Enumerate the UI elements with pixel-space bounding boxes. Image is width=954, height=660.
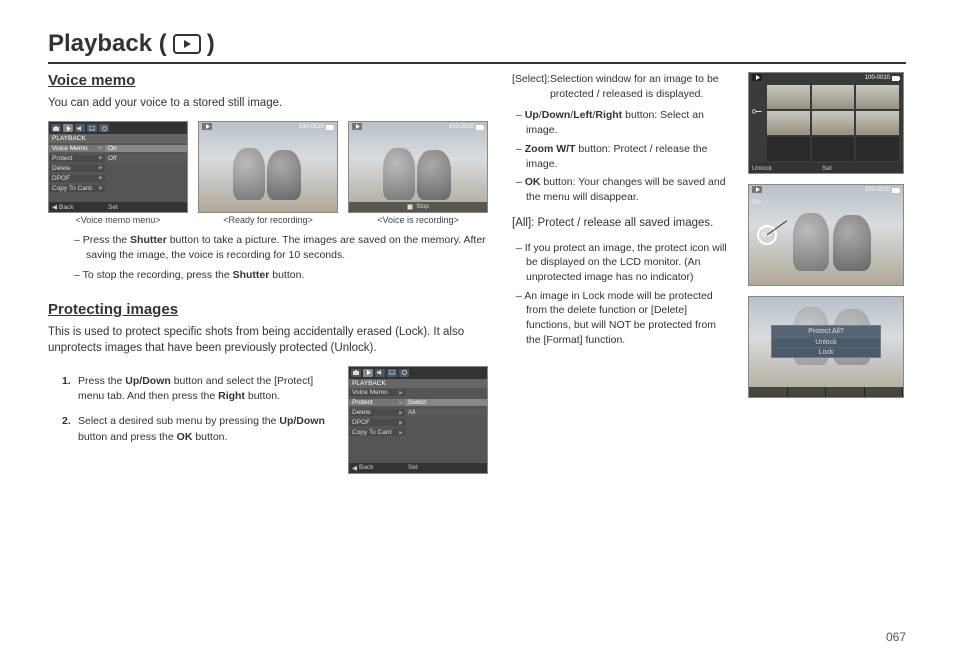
dialog-lock: Lock (772, 347, 880, 357)
protected-image-screen: 100-0010 (748, 184, 904, 286)
menu-label: Voice Memo (52, 145, 88, 152)
lock-bullet: An image in Lock mode will be protected … (516, 289, 732, 348)
battery-icon (326, 125, 334, 130)
counter: 100-0010 (865, 75, 890, 81)
key-icon (752, 109, 762, 116)
playback-icon (752, 74, 762, 81)
ready-recording-screen: 100-0010 (198, 121, 338, 213)
menu-value: On (105, 145, 187, 152)
menu-label: Delete (352, 409, 371, 416)
recording-screen: 100-0010 Stop (348, 121, 488, 213)
bullet: To stop the recording, press the Shutter… (74, 268, 488, 283)
recording-bottom-bar: Stop (349, 202, 487, 212)
caption-ready: <Ready for recording> (223, 215, 313, 225)
menu-label: Protect (352, 399, 373, 406)
menu-value: Select (405, 399, 487, 406)
battery-icon (892, 76, 900, 81)
battery-icon (892, 188, 900, 193)
udlr-line: Up/Down/Left/Right button: Select an ima… (516, 108, 732, 137)
grid-selection-screen: 100-0010 Unlock Set (748, 72, 904, 174)
voice-memo-bullets: Press the Shutter button to take a pictu… (74, 233, 488, 283)
menu-value: All (405, 409, 487, 416)
menu-header: PLAYBACK (49, 134, 187, 143)
zoom-line: Zoom W/T button: Protect / release the i… (516, 142, 732, 171)
callout-line-icon (767, 215, 787, 255)
display-icon (87, 124, 97, 132)
voice-memo-heading: Voice memo (48, 72, 488, 89)
protecting-steps: 1.Press the Up/Down button and select th… (62, 374, 334, 445)
settings-icon (399, 369, 409, 377)
voice-memo-menu-screen: PLAYBACK Voice Memo▶On Protect▶Off Delet… (48, 121, 188, 213)
sound-icon (75, 124, 85, 132)
playback-icon (202, 123, 212, 130)
play-icon (363, 369, 373, 377)
playback-icon (752, 186, 762, 193)
key-icon (752, 199, 762, 206)
playback-icon (352, 123, 362, 130)
playback-mode-icon (173, 34, 201, 54)
menu-label: Copy To Card (352, 429, 392, 436)
menu-set: Set (105, 204, 118, 211)
select-definition: [Select]: Selection window for an image … (512, 72, 732, 102)
protect-bullet: If you protect an image, the protect ico… (516, 241, 732, 285)
battery-icon (476, 125, 484, 130)
protect-menu-screen: PLAYBACK Voice Memo▶ Protect▶Select Dele… (348, 366, 488, 474)
title-text-suffix: ) (207, 30, 215, 58)
menu-label: DPOF (352, 419, 370, 426)
menu-back: ◀ Back (49, 203, 105, 211)
sound-icon (375, 369, 385, 377)
caption-recording: <Voice is recording> (377, 215, 459, 225)
caption-menu: <Voice memo menu> (75, 215, 160, 225)
menu-label: Copy To Card (52, 185, 92, 192)
title-text-prefix: Playback ( (48, 30, 167, 58)
voice-memo-screens: PLAYBACK Voice Memo▶On Protect▶Off Delet… (48, 121, 488, 225)
camera-icon (351, 369, 361, 377)
play-icon (63, 124, 73, 132)
menu-label: Protect (52, 155, 73, 162)
protect-all-dialog-screen: Protect All? Unlock Lock (748, 296, 904, 398)
menu-label: Voice Memo (352, 389, 388, 396)
dialog-bottom-bar (749, 387, 903, 397)
menu-set: Set (405, 464, 418, 471)
ok-line: OK button: Your changes will be saved an… (516, 175, 732, 204)
stop-label: Stop (416, 204, 428, 210)
stop-icon (407, 204, 413, 210)
right-column: [Select]: Selection window for an image … (512, 72, 906, 474)
set-btn: Set (819, 165, 832, 172)
counter: 100-0010 (299, 124, 324, 130)
menu-header: PLAYBACK (349, 379, 487, 388)
protecting-intro: This is used to protect specific shots f… (48, 324, 488, 356)
page-number: 067 (886, 630, 906, 644)
menu-label: Delete (52, 165, 71, 172)
dialog-title: Protect All? (772, 326, 880, 337)
counter: 100-0010 (449, 124, 474, 130)
voice-memo-intro: You can add your voice to a stored still… (48, 95, 488, 111)
all-line: [All]: Protect / release all saved image… (512, 215, 732, 231)
menu-back: ◀ Back (349, 464, 405, 472)
page-title: Playback ( ) (48, 30, 906, 64)
step-1: 1.Press the Up/Down button and select th… (62, 374, 334, 404)
protecting-heading: Protecting images (48, 301, 488, 318)
display-icon (387, 369, 397, 377)
unlock-btn: Unlock (749, 165, 819, 172)
settings-icon (99, 124, 109, 132)
step-2: 2.Select a desired sub menu by pressing … (62, 414, 334, 444)
left-column: Voice memo You can add your voice to a s… (48, 72, 488, 474)
camera-icon (51, 124, 61, 132)
menu-value: Off (105, 155, 187, 162)
dialog-unlock: Unlock (772, 337, 880, 347)
bullet: Press the Shutter button to take a pictu… (74, 233, 488, 263)
counter: 100-0010 (865, 187, 890, 193)
protect-all-dialog: Protect All? Unlock Lock (771, 325, 881, 358)
menu-label: DPOF (52, 175, 70, 182)
